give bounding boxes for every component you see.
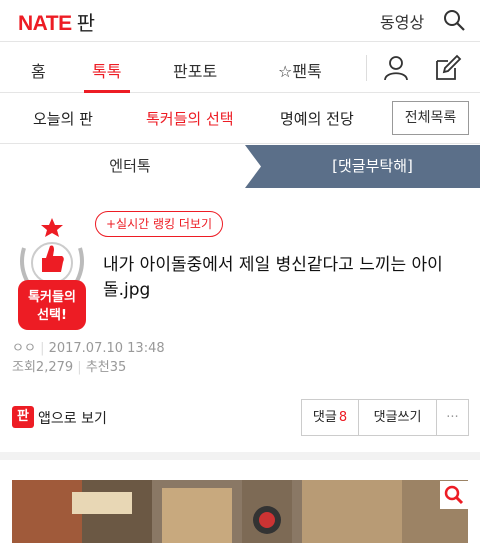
view-count: 조회2,279 — [12, 360, 74, 375]
nav-active-underline — [84, 90, 130, 93]
post-meta: ㅇㅇ | 2017.07.10 13:48 — [12, 341, 165, 356]
nav-home[interactable]: 홈 — [31, 58, 46, 82]
top-bar: NATE 판 동영상 — [0, 0, 480, 42]
search-icon[interactable] — [442, 8, 466, 32]
tab-entertalk[interactable]: 엔터톡 — [0, 145, 260, 188]
post-title: 내가 아이돌중에서 제일 병신같다고 느끼는 아이돌.jpg — [103, 255, 443, 300]
subnav-today[interactable]: 오늘의 판 — [33, 108, 93, 129]
subnav-hall-of-fame[interactable]: 명예의 전당 — [280, 108, 354, 129]
view-in-app-link[interactable]: 앱으로 보기 — [38, 408, 107, 428]
post-date: 2017.07.10 13:48 — [48, 341, 165, 356]
nav-divider — [366, 55, 367, 81]
nav-fantalk[interactable]: ☆팬톡 — [278, 58, 322, 82]
ranking-more-button[interactable]: +실시간 랭킹 더보기 — [95, 211, 223, 237]
post-actions: 댓글 8 댓글쓰기 ··· — [301, 399, 469, 436]
svg-text:톡커들의: 톡커들의 — [28, 289, 76, 305]
nate-logo[interactable]: NATE 판 — [18, 7, 95, 36]
section-divider — [0, 452, 480, 460]
pan-app-icon[interactable]: 판 — [12, 406, 34, 428]
nav-panphoto[interactable]: 판포토 — [173, 58, 217, 82]
category-tabs: 엔터톡 [댓글부탁해] — [0, 145, 480, 188]
main-nav: 홈 톡톡 판포토 ☆팬톡 — [0, 43, 480, 93]
post-stats: 조회2,279 | 추천35 — [12, 360, 127, 375]
all-list-button[interactable]: 전체목록 — [392, 101, 469, 135]
write-comment-button[interactable]: 댓글쓰기 — [359, 400, 437, 435]
nav-toktok[interactable]: 톡톡 — [92, 58, 121, 82]
recommend-count: 추천35 — [85, 360, 127, 375]
comment-count: 8 — [338, 410, 348, 425]
section-label: 판 — [76, 11, 95, 35]
zoom-icon[interactable] — [440, 481, 468, 509]
pencil-icon[interactable] — [434, 54, 462, 82]
comment-button[interactable]: 댓글 8 — [302, 400, 359, 435]
tab-request-comments[interactable]: [댓글부탁해] — [245, 145, 480, 188]
more-icon[interactable]: ··· — [437, 400, 468, 435]
subnav-talkers-choice[interactable]: 톡커들의 선택 — [146, 108, 234, 129]
post-image[interactable] — [12, 480, 468, 543]
svg-text:선택!: 선택! — [37, 307, 67, 323]
user-icon[interactable] — [383, 55, 409, 81]
talkers-choice-badge: 톡커들의 선택! — [18, 218, 86, 330]
author: ㅇㅇ — [12, 341, 36, 356]
video-link[interactable]: 동영상 — [380, 9, 424, 33]
